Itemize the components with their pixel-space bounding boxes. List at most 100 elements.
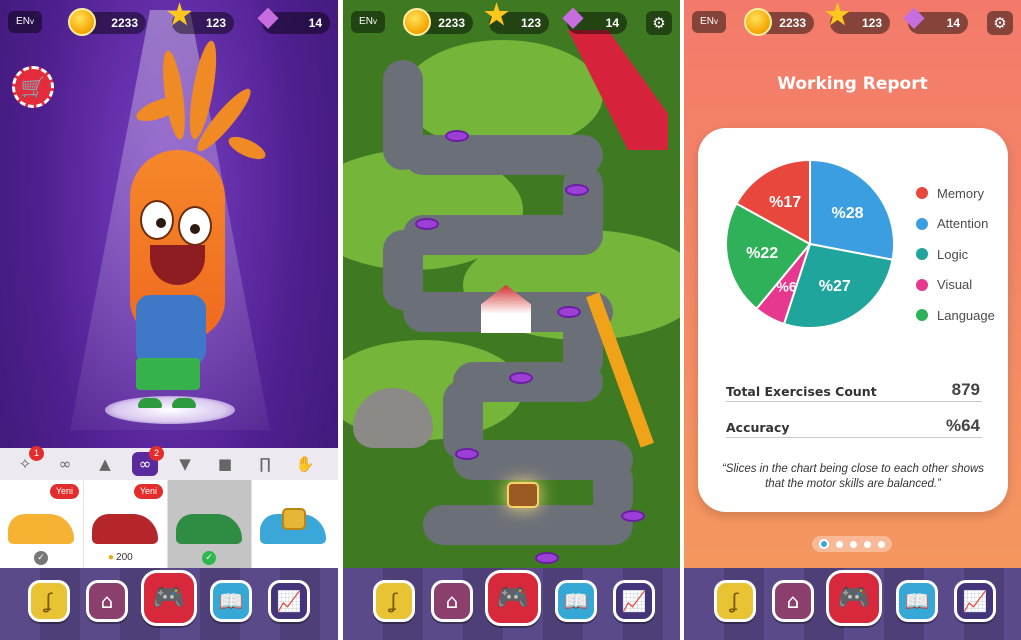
report-card: %28 %27 %6 %22 %17 Memory Attention Logic Visua… bbox=[698, 128, 1008, 512]
category-shirt[interactable]: ▼ bbox=[172, 452, 198, 476]
nav-wardrobe-button[interactable]: ⌂ bbox=[431, 580, 473, 622]
language-selector[interactable]: ENv bbox=[8, 11, 42, 33]
page-dot-active[interactable] bbox=[819, 539, 829, 549]
legend-label: Attention bbox=[937, 216, 989, 232]
pie-label-memory: %17 bbox=[769, 194, 801, 211]
shoe-item-green[interactable]: ✓ bbox=[168, 480, 252, 570]
hanger-icon: ⌂ bbox=[100, 589, 114, 613]
category-badge: 1 bbox=[29, 446, 44, 461]
report-screen: ENv 2233 123 14 ⚙ Working Report %28 %27%… bbox=[684, 0, 1021, 640]
stage-platform bbox=[105, 396, 235, 424]
level-node[interactable] bbox=[455, 448, 479, 460]
character-shoe-right bbox=[172, 398, 196, 408]
star-counter: 123 bbox=[825, 4, 890, 34]
bottom-nav: ʆ ⌂ 🎮 📖 📈 bbox=[343, 568, 680, 640]
nav-wardrobe-button[interactable]: ⌂ bbox=[86, 580, 128, 622]
nav-book-button[interactable]: 📖 bbox=[210, 580, 252, 622]
character-shirt bbox=[136, 295, 206, 365]
nav-book-button[interactable]: 📖 bbox=[555, 580, 597, 622]
shop-cart-button[interactable]: 🛒 bbox=[12, 66, 54, 108]
nav-wardrobe-button[interactable]: ⌂ bbox=[772, 580, 814, 622]
nav-report-button[interactable]: 📈 bbox=[268, 580, 310, 622]
shoe-item-red[interactable]: Yeni 200 bbox=[84, 480, 168, 570]
star-counter: 123 bbox=[167, 4, 234, 34]
nav-games-button[interactable]: 🎮 bbox=[485, 570, 541, 626]
wardrobe-screen: ENv 2233 123 14 🛒 ✧1 ∞ ▲ ∞2 ▼ ■ ∏ ✋ Yeni… bbox=[0, 0, 338, 640]
shoe-item-orange[interactable]: Yeni ✓ bbox=[0, 480, 84, 570]
legend-label: Visual bbox=[937, 277, 973, 293]
star-counter: 123 bbox=[484, 4, 549, 34]
language-code: EN bbox=[16, 16, 30, 27]
gear-icon: ⚙ bbox=[652, 14, 666, 32]
hook-icon: ʆ bbox=[731, 589, 739, 613]
nav-report-button[interactable]: 📈 bbox=[613, 580, 655, 622]
nav-book-button[interactable]: 📖 bbox=[896, 580, 938, 622]
nav-report-button[interactable]: 📈 bbox=[954, 580, 996, 622]
shoe-item-blue[interactable] bbox=[252, 480, 336, 570]
item-list: Yeni ✓ Yeni 200 ✓ bbox=[0, 480, 338, 570]
total-exercises-value: 879 bbox=[951, 380, 980, 399]
page-dot[interactable] bbox=[850, 540, 857, 548]
total-exercises-row: Total Exercises Count 879 bbox=[726, 378, 982, 402]
map-screen: ENv 2233 123 14 ⚙ ʆ ⌂ 🎮 📖 📈 bbox=[343, 0, 680, 640]
coin-count: 2233 bbox=[438, 16, 465, 30]
nav-games-button[interactable]: 🎮 bbox=[141, 570, 197, 626]
star-count: 123 bbox=[861, 16, 882, 30]
gear-icon: ⚙ bbox=[993, 14, 1007, 32]
star-icon bbox=[166, 4, 194, 36]
item-price: 200 bbox=[108, 552, 133, 563]
nav-map-button[interactable]: ʆ bbox=[373, 580, 415, 622]
gem-counter: 14 bbox=[258, 5, 330, 34]
language-selector[interactable]: ENv bbox=[351, 11, 385, 33]
category-eyewear[interactable]: ∞ 2 bbox=[132, 446, 164, 476]
nav-games-button[interactable]: 🎮 bbox=[826, 570, 882, 626]
chart-icon: 📈 bbox=[276, 589, 302, 613]
category-tail[interactable]: ✧ 1 bbox=[12, 446, 44, 476]
category-hat[interactable]: ▲ bbox=[92, 452, 118, 476]
language-selector[interactable]: ENv bbox=[692, 11, 726, 33]
chart-legend: Memory Attention Logic Visual Language bbox=[916, 178, 995, 331]
book-icon: 📖 bbox=[218, 589, 244, 613]
character-shoe-left bbox=[138, 398, 162, 408]
category-bar: ✧ 1 ∞ ▲ ∞ 2 ▼ ■ ∏ ✋ bbox=[0, 446, 338, 480]
category-pants[interactable]: ∏ bbox=[252, 452, 278, 476]
top-bar: ENv 2233 123 14 bbox=[8, 4, 330, 37]
hill bbox=[403, 40, 603, 150]
level-node[interactable] bbox=[415, 218, 439, 230]
report-note: “Slices in the chart being close to each… bbox=[721, 463, 985, 490]
level-node[interactable] bbox=[557, 306, 581, 318]
settings-button[interactable]: ⚙ bbox=[987, 11, 1013, 35]
level-node[interactable] bbox=[445, 130, 469, 142]
owned-check-icon: ✓ bbox=[34, 551, 48, 565]
report-title: Working Report bbox=[777, 74, 928, 94]
bottom-nav: ʆ ⌂ 🎮 📖 📈 bbox=[0, 568, 338, 640]
settings-button[interactable]: ⚙ bbox=[646, 11, 672, 35]
hook-icon: ʆ bbox=[390, 589, 398, 613]
level-node[interactable] bbox=[535, 552, 559, 564]
top-bar: ENv 2233 123 14 ⚙ bbox=[351, 4, 672, 37]
page-dot[interactable] bbox=[878, 540, 885, 548]
gamepad-bag-icon: 🎮 bbox=[496, 583, 530, 613]
level-node[interactable] bbox=[509, 372, 533, 384]
legend-swatch bbox=[916, 278, 928, 291]
new-tag: Yeni bbox=[49, 484, 79, 499]
hanger-icon: ⌂ bbox=[786, 589, 800, 613]
page-dot[interactable] bbox=[864, 540, 871, 548]
legend-swatch bbox=[916, 187, 928, 200]
level-node[interactable] bbox=[565, 184, 589, 196]
character-eye-right bbox=[178, 206, 212, 246]
gem-icon bbox=[256, 5, 284, 36]
level-node[interactable] bbox=[621, 510, 645, 522]
category-glasses[interactable]: ∞ bbox=[52, 452, 78, 476]
legend-item-visual: Visual bbox=[916, 270, 995, 301]
treasure-chest[interactable] bbox=[507, 482, 539, 508]
category-gloves[interactable]: ✋ bbox=[292, 452, 318, 476]
legend-swatch bbox=[916, 248, 928, 261]
page-dot[interactable] bbox=[836, 540, 843, 548]
nav-map-button[interactable]: ʆ bbox=[714, 580, 756, 622]
category-tshirt[interactable]: ■ bbox=[212, 452, 238, 476]
book-icon: 📖 bbox=[563, 589, 589, 613]
pie-chart: %28%27%6%22%17 bbox=[725, 158, 895, 329]
nav-map-button[interactable]: ʆ bbox=[28, 580, 70, 622]
pie-label-logic: %27 bbox=[819, 278, 851, 295]
